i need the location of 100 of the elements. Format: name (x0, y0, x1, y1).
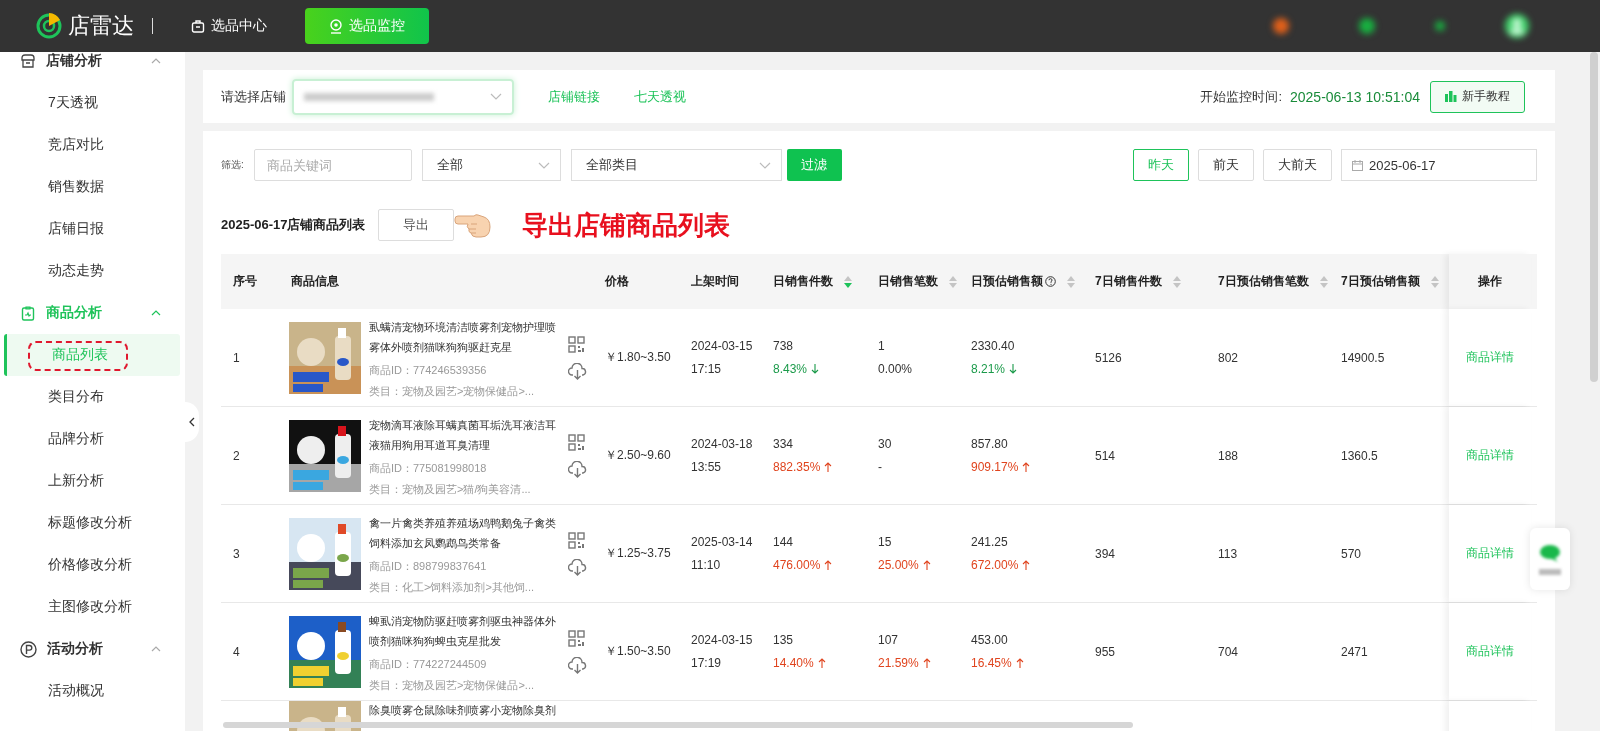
qr-code-icon[interactable] (568, 335, 585, 353)
logo-icon (36, 13, 62, 39)
cloud-download-icon[interactable] (568, 656, 587, 674)
column-header[interactable]: 7日预估销售额 (1341, 273, 1420, 290)
qr-code-icon[interactable] (568, 531, 585, 549)
vertical-scrollbar[interactable] (1590, 52, 1598, 382)
sidebar-item[interactable]: 销售数据 (0, 166, 185, 208)
arrow-down-icon (811, 364, 820, 374)
annotation-text: 导出店铺商品列表 (521, 208, 730, 242)
calendar-icon (1352, 159, 1363, 171)
sort-icon[interactable] (1430, 275, 1439, 288)
store-select[interactable] (292, 78, 514, 115)
monitor-label: 开始监控时间: (1200, 87, 1282, 106)
column-header[interactable]: 7日销售件数 (1095, 273, 1162, 290)
change-percent: 25.00% (878, 558, 959, 572)
horizontal-scrollbar[interactable] (223, 722, 1133, 728)
column-header[interactable]: 日销售件数 (773, 273, 833, 290)
chat-widget[interactable] (1530, 528, 1570, 590)
chevron-icon[interactable] (151, 310, 161, 316)
sidebar-item[interactable]: 品牌分析 (0, 418, 185, 460)
tutorial-button[interactable]: 新手教程 (1430, 80, 1525, 113)
caret-icon (537, 161, 550, 169)
listing-date: 2025-03-14 (691, 535, 754, 549)
product-title[interactable]: 禽一片禽类养殖养殖场鸡鸭鹅兔子禽类饲料添加玄凤鹦鹉鸟类常备 (369, 512, 556, 553)
column-header: 价格 (605, 273, 629, 290)
change-percent: 16.45% (971, 656, 1083, 670)
sort-icon[interactable] (1319, 275, 1328, 288)
product-title[interactable]: 蜱虱消宠物防驱赶喷雾剂驱虫神器体外喷剂猫咪狗狗蜱虫克星批发 (369, 610, 556, 651)
arrow-up-icon (1022, 462, 1031, 472)
chart-icon (1445, 91, 1457, 102)
row-number: 3 (233, 546, 241, 561)
column-header[interactable]: 日预估销售额 (971, 273, 1043, 290)
order-count: 1 (878, 339, 886, 353)
sort-icon[interactable] (1172, 275, 1181, 288)
cloud-download-icon[interactable] (568, 558, 587, 576)
category-select[interactable]: 全部类目 (570, 149, 782, 181)
price-range: ￥1.50~3.50 (605, 643, 672, 660)
chat-bubble-icon (1538, 543, 1562, 563)
status-select[interactable]: 全部 (421, 149, 561, 181)
arrow-up-icon (817, 658, 826, 668)
product-title[interactable]: 虱螨清宠物环境清洁喷雾剂宠物护理喷雾体外喷剂猫咪狗狗驱赶克星 (369, 316, 556, 357)
listing-time: 17:19 (691, 656, 723, 670)
qr-code-icon[interactable] (568, 629, 585, 647)
sidebar-item[interactable]: 动态走势 (0, 250, 185, 292)
filter-label: 筛选: (221, 158, 244, 172)
sidebar-item[interactable]: 主图修改分析 (0, 586, 185, 628)
collapse-handle[interactable] (185, 402, 199, 442)
sales-count: 394 (1095, 546, 1117, 561)
price-range: ￥1.80~3.50 (605, 349, 672, 366)
change-percent: 882.35% (773, 460, 866, 474)
arrow-up-icon (922, 658, 931, 668)
listing-time: 17:15 (691, 362, 723, 376)
column-header[interactable]: 日销售笔数 (878, 273, 938, 290)
column-header: 操作 (1478, 273, 1502, 290)
arrow-down-icon (1009, 364, 1018, 374)
status-dot-icon (1358, 17, 1376, 35)
sidebar-item[interactable]: 竞店对比 (0, 124, 185, 166)
change-percent: 8.21% (971, 362, 1083, 376)
nav-tab[interactable]: 选品中心 (181, 8, 291, 44)
cloud-download-icon[interactable] (568, 362, 587, 380)
date-field[interactable]: 2025-06-17 (1341, 149, 1537, 181)
avatar-icon[interactable] (1504, 13, 1530, 39)
sidebar-group[interactable]: 活动分析 (47, 640, 103, 658)
sort-icon[interactable] (949, 275, 957, 288)
sidebar-group[interactable]: 店铺分析 (46, 52, 102, 70)
sidebar-item[interactable]: 活动概况 (0, 670, 185, 712)
day-button[interactable]: 前天 (1198, 149, 1254, 181)
parking-circle-icon (20, 640, 37, 658)
sort-icon[interactable] (1067, 275, 1075, 288)
sidebar-item[interactable]: 标题修改分析 (0, 502, 185, 544)
product-title[interactable]: 宠物滴耳液除耳螨真菌耳垢洗耳液洁耳液猫用狗用耳道耳臭清理 (369, 414, 556, 455)
store-label: 请选择店铺 (221, 87, 286, 106)
keyword-field[interactable]: 商品关键词 (253, 149, 412, 181)
order-count: 30 (878, 437, 893, 451)
price-range: ￥2.50~9.60 (605, 447, 672, 464)
cloud-download-icon[interactable] (568, 460, 587, 478)
export-button[interactable]: 导出 (377, 209, 454, 241)
sidebar-item[interactable]: 类目分布 (0, 376, 185, 418)
sales-count: 514 (1095, 448, 1117, 463)
qr-code-icon[interactable] (568, 433, 585, 451)
listing-time: 13:55 (691, 460, 723, 474)
sidebar-item[interactable]: 价格修改分析 (0, 544, 185, 586)
sidebar-item[interactable]: 上新分析 (0, 460, 185, 502)
caret-icon (490, 93, 502, 100)
chevron-icon[interactable] (151, 58, 161, 64)
clipboard-icon (20, 305, 36, 321)
chevron-icon[interactable] (151, 646, 161, 652)
order-count: 188 (1218, 448, 1240, 463)
sidebar-item[interactable]: 店铺日报 (0, 208, 185, 250)
product-id: 商品ID：774227244509 (369, 656, 488, 672)
sort-icon[interactable] (844, 275, 852, 288)
product-id: 商品ID：774246539356 (369, 362, 488, 378)
sales-count: 738 (773, 339, 795, 353)
product-title[interactable]: 除臭喷雾仓鼠除味剂喷雾小宠物除臭剂 (369, 701, 556, 719)
column-header[interactable]: 7日预估销售笔数 (1218, 273, 1309, 290)
day-button[interactable]: 大前天 (1263, 149, 1332, 181)
sidebar-item[interactable]: 7天透视 (0, 82, 185, 124)
change-percent: 0.00% (878, 362, 914, 376)
change-percent: 476.00% (773, 558, 866, 572)
order-count: 15 (878, 535, 893, 549)
